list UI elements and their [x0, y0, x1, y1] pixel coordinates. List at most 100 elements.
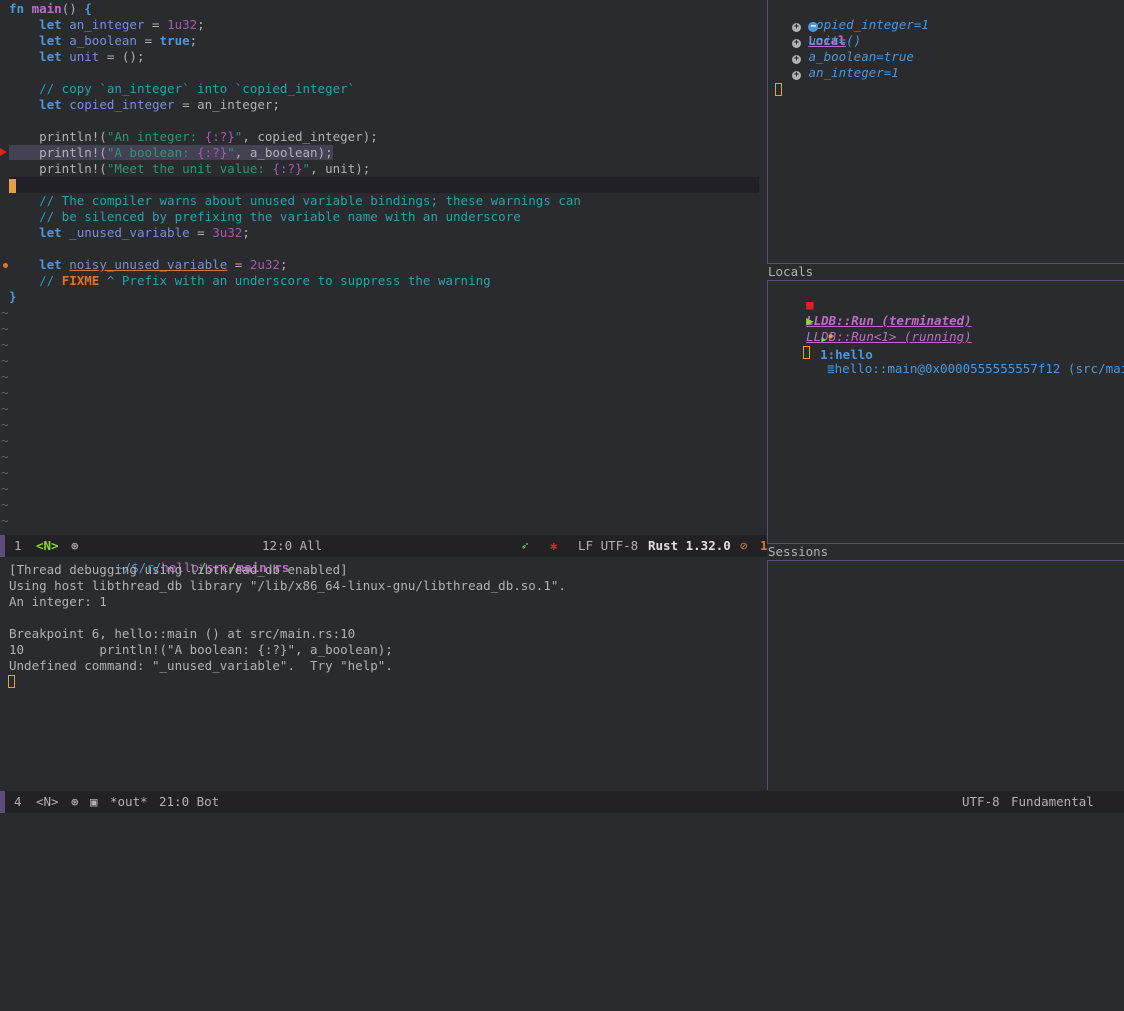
empty-line-marker: ~ [1, 369, 9, 384]
code-token: let [39, 33, 62, 48]
code-token: "Meet the unit value: [106, 161, 273, 176]
code-line-content: // be silenced by prefixing the variable… [9, 209, 521, 224]
locals-panel-title: Locals [767, 263, 1124, 281]
output-line: An integer: 1 [9, 594, 107, 609]
local-variable-item[interactable]: + unit=() [792, 33, 861, 49]
code-line-content: } [9, 289, 17, 304]
code-token: = [144, 17, 168, 32]
code-line[interactable]: println!("An integer: {:?}", copied_inte… [9, 129, 378, 145]
editor-modeline: 1 <N> ⊛ ~/$/r/hello/src/main.rs 12:0 All… [0, 535, 768, 575]
code-line[interactable]: let copied_integer = an_integer; [9, 97, 280, 113]
thread-row[interactable]: ▸✹ 1:hello [790, 313, 873, 362]
window-number: 4 [14, 794, 22, 809]
code-token: {:?} [204, 129, 235, 144]
output-line: Using host libthread_db library "/lib/x8… [9, 578, 566, 593]
local-header-row[interactable]: − Local [778, 1, 846, 48]
code-token: println!( [9, 129, 107, 144]
code-token: let [39, 225, 62, 240]
empty-line-marker: ~ [1, 417, 9, 432]
code-line[interactable]: } [9, 289, 17, 305]
threads-pane[interactable]: ■ LLDB::Run (terminated) ▶ LLDB::Run<1> … [768, 281, 1124, 543]
code-token: FIXME [61, 273, 100, 288]
local-variables-pane[interactable]: − Local + copied_integer=1 + unit=() + a_b… [768, 0, 1124, 262]
code-token: ; [242, 225, 250, 240]
code-line[interactable]: let an_integer = 1u32; [9, 17, 205, 33]
code-line[interactable]: let _unused_variable = 3u32; [9, 225, 250, 241]
local-variable-item[interactable]: + copied_integer=1 [792, 17, 929, 33]
output-cursor [8, 674, 15, 690]
code-token: , a_boolean); [234, 145, 333, 160]
local-variable-label: an_integer=1 [801, 65, 899, 80]
code-line-content: println!("Meet the unit value: {:?}", un… [9, 161, 370, 176]
output-line: Breakpoint 6, hello::main () at src/main… [9, 626, 356, 641]
code-token: unit [69, 49, 100, 64]
code-token: = [227, 257, 250, 272]
code-line[interactable]: let a_boolean = true; [9, 33, 197, 49]
code-line[interactable]: println!("Meet the unit value: {:?}", un… [9, 161, 370, 177]
save-icon: ▣ [90, 794, 98, 809]
code-token: = (); [99, 49, 145, 64]
code-token: ; [197, 17, 205, 32]
flycheck-error-icon[interactable]: ⊘ [740, 535, 748, 557]
output-line: 10 println!("A boolean: {:?}", a_boolean… [9, 642, 393, 657]
code-line[interactable]: let unit = (); [9, 49, 144, 65]
code-token: } [9, 289, 17, 304]
thread-label[interactable]: 1:hello [820, 347, 873, 362]
expand-icon[interactable]: + [792, 71, 801, 80]
code-line[interactable]: // FIXME ^ Prefix with an underscore to … [9, 273, 491, 289]
code-line-content: let _unused_variable = 3u32; [9, 225, 250, 240]
local-variable-item[interactable]: + an_integer=1 [792, 65, 899, 81]
code-token: " [302, 161, 311, 176]
code-token: ; [279, 257, 288, 272]
code-line[interactable]: // be silenced by prefixing the variable… [9, 209, 521, 225]
expand-icon[interactable]: + [792, 39, 801, 48]
code-line-content: println!("A boolean: {:?}", a_boolean); [9, 145, 333, 160]
cursor-position: 12:0 All [262, 538, 323, 553]
frame-label[interactable]: hello::main@0x0000555555557f12 (src/main… [835, 361, 1124, 376]
code-line-content: let an_integer = 1u32; [9, 17, 205, 32]
buffer-name[interactable]: *out* [110, 791, 148, 813]
code-token: let [39, 257, 62, 272]
code-line-content: let noisy_unused_variable = 2u32; [9, 257, 287, 272]
editor-pane[interactable]: fn main() { let an_integer = 1u32; let a… [0, 0, 767, 534]
expand-icon[interactable]: + [792, 23, 801, 32]
code-token: // [39, 273, 62, 288]
code-line[interactable] [9, 177, 759, 193]
code-token: 2u32 [249, 257, 280, 272]
output-pane[interactable]: [Thread debugging using libthread_db ena… [0, 560, 767, 790]
code-line-content: // The compiler warns about unused varia… [9, 193, 581, 208]
empty-line-marker: ~ [1, 385, 9, 400]
breakpoint-marker-icon[interactable] [0, 148, 7, 156]
empty-line-marker: ~ [1, 305, 9, 320]
empty-line-marker: ~ [1, 449, 9, 464]
code-line-content: fn main() { [9, 1, 92, 16]
code-token: main [31, 1, 62, 16]
local-variable-item[interactable]: + a_boolean=true [792, 49, 914, 65]
expand-icon[interactable]: + [792, 55, 801, 64]
code-token: println!( [9, 145, 107, 160]
code-token: let [39, 17, 62, 32]
code-line[interactable]: fn main() { [9, 1, 92, 17]
readonly-icon: ⊛ [71, 794, 79, 809]
code-line[interactable]: println!("A boolean: {:?}", a_boolean); [9, 145, 333, 161]
code-token: = an_integer; [174, 97, 280, 112]
code-token: "An integer: [106, 129, 205, 144]
sessions-panel-title: Sessions [767, 543, 1124, 561]
evil-state: <N> [36, 794, 59, 809]
output-modeline: 4 <N> ⊛ ▣ *out* 21:0 Bot UTF-8 Fundament… [0, 791, 1124, 813]
code-line[interactable]: let noisy_unused_variable = 2u32; [9, 257, 287, 273]
run-running[interactable]: ▶ LLDB::Run<1> (running) [776, 297, 972, 344]
code-token: {:?} [272, 161, 303, 176]
code-line[interactable]: // The compiler warns about unused varia… [9, 193, 581, 209]
code-line[interactable]: // copy `an_integer` into `copied_intege… [9, 81, 355, 97]
frame-row[interactable]: ≣hello::main@0x0000555555557f12 (src/mai… [773, 329, 1124, 376]
code-token: // The compiler warns about unused varia… [39, 193, 581, 208]
encoding: UTF-8 [962, 794, 1000, 809]
run-terminated[interactable]: ■ LLDB::Run (terminated) [776, 281, 972, 328]
code-token: noisy_unused_variable [69, 257, 228, 272]
